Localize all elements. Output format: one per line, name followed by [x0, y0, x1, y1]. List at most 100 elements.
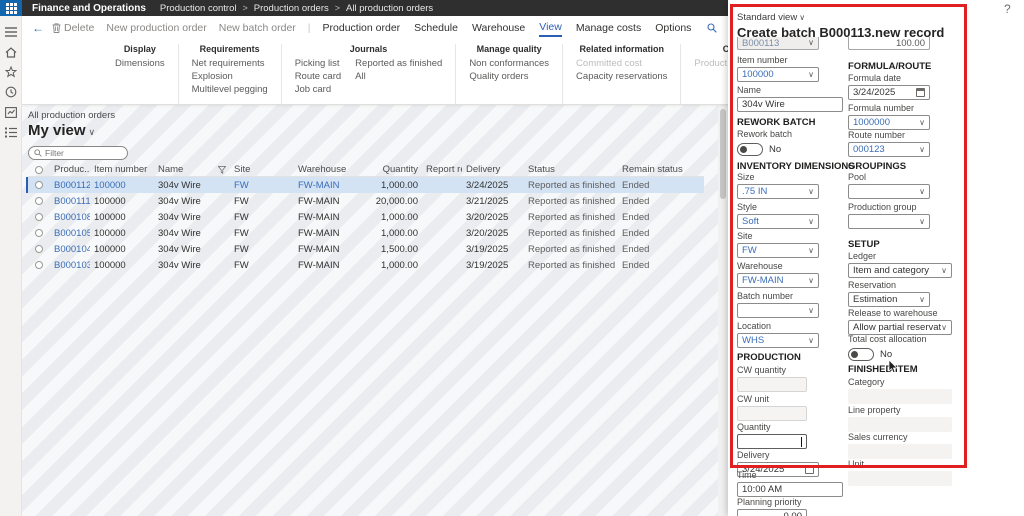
help-icon[interactable]: ? [1004, 2, 1011, 16]
ribbon-item-non-conformances[interactable]: Non conformances [469, 57, 549, 70]
workspaces-icon[interactable] [0, 102, 22, 122]
back-arrow-icon[interactable]: ← [22, 21, 52, 35]
app-launcher-waffle-icon[interactable] [0, 0, 22, 16]
location-combo[interactable]: WHS∨ [737, 333, 819, 348]
tab-view[interactable]: View [539, 18, 562, 37]
unit-input [848, 471, 952, 486]
planning-priority-input[interactable]: 0.00 [737, 509, 807, 516]
column-header-production-order[interactable]: Produc...↓ [50, 164, 90, 175]
time-input[interactable]: 10:00 AM [737, 482, 843, 497]
table-row[interactable]: B000112 100000 304v Wire FW FW-MAIN 1,00… [26, 177, 704, 193]
ledger-combo[interactable]: Item and category∨ [848, 263, 952, 278]
page-tab-all-production-orders[interactable]: All production orders [28, 110, 115, 121]
pool-combo[interactable]: ∨ [848, 184, 930, 199]
column-header-item-number[interactable]: Item number [90, 164, 154, 175]
row-radio[interactable] [28, 213, 50, 221]
category-field: Category [848, 377, 952, 404]
ribbon-item-picking-list[interactable]: Picking list [295, 57, 341, 70]
cell-production-order[interactable]: B000103 [50, 260, 90, 271]
table-row[interactable]: B000105 100000 304v Wire FW FW-MAIN 1,00… [28, 225, 704, 241]
route-number-combo[interactable]: 000123∨ [848, 142, 930, 157]
product-name: Finance and Operations [22, 3, 160, 14]
scrollbar-thumb[interactable] [720, 109, 726, 199]
create-batch-panel: Standard view∨ Create batch B000113,new … [728, 0, 1024, 516]
formula-date-input[interactable]: 3/24/2025 [848, 85, 930, 100]
warehouse-combo[interactable]: FW-MAIN∨ [737, 273, 819, 288]
recent-clock-icon[interactable] [0, 82, 22, 102]
column-header-delivery[interactable]: Delivery [462, 164, 524, 175]
select-all-radio[interactable] [28, 166, 50, 174]
column-header-name[interactable]: Name [154, 164, 230, 175]
panel-view-selector[interactable]: Standard view∨ [737, 12, 805, 23]
cell-production-order[interactable]: B000104 [50, 244, 90, 255]
tab-schedule[interactable]: Schedule [414, 19, 458, 36]
vertical-scrollbar[interactable] [718, 105, 728, 516]
ribbon-item-net-requirements[interactable]: Net requirements [192, 57, 268, 70]
reservation-combo[interactable]: Estimation∨ [848, 292, 930, 307]
cell-production-order[interactable]: B000112 [50, 180, 90, 191]
total-cost-allocation-toggle[interactable] [848, 348, 874, 361]
chevron-down-icon: ∨ [808, 71, 814, 79]
ribbon-item-reported-as-finished[interactable]: Reported as finished [355, 57, 442, 70]
row-radio[interactable] [28, 229, 50, 237]
row-radio[interactable] [28, 261, 50, 269]
release-to-warehouse-combo[interactable]: Allow partial reservation∨ [848, 320, 952, 335]
quantity-input[interactable] [737, 434, 807, 449]
column-header-report-remainder[interactable]: Report re... [422, 164, 462, 175]
table-row[interactable]: B000104 100000 304v Wire FW FW-MAIN 1,50… [28, 241, 704, 257]
filter-input[interactable] [45, 148, 115, 158]
breadcrumb-all-production-orders[interactable]: All production orders [346, 3, 433, 14]
breadcrumb-production-control[interactable]: Production control [160, 3, 237, 14]
favorites-star-icon[interactable] [0, 62, 22, 82]
ribbon-item-quality-orders[interactable]: Quality orders [469, 70, 549, 83]
tab-warehouse[interactable]: Warehouse [472, 19, 525, 36]
size-combo[interactable]: .75 IN∨ [737, 184, 819, 199]
tab-options[interactable]: Options [655, 19, 691, 36]
breadcrumb-production-orders[interactable]: Production orders [254, 3, 329, 14]
cell-production-order[interactable]: B000111 [50, 196, 90, 207]
item-number-combo[interactable]: 100000∨ [737, 67, 819, 82]
name-input[interactable]: 304v Wire [737, 97, 843, 112]
row-radio[interactable] [28, 245, 50, 253]
cell-production-order[interactable]: B000105 [50, 228, 90, 239]
column-header-remain-status[interactable]: Remain status [618, 164, 702, 175]
row-radio[interactable] [28, 197, 50, 205]
view-selector[interactable]: My view∨ [28, 122, 95, 139]
table-row[interactable]: B000111 100000 304v Wire FW FW-MAIN 20,0… [28, 193, 704, 209]
search-icon[interactable] [707, 23, 717, 33]
formula-number-combo[interactable]: 1000000∨ [848, 115, 930, 130]
rework-batch-toggle[interactable] [737, 143, 763, 156]
table-row[interactable]: B000103 100000 304v Wire FW FW-MAIN 1,00… [28, 257, 704, 273]
site-combo[interactable]: FW∨ [737, 243, 819, 258]
column-header-warehouse[interactable]: Warehouse [294, 164, 364, 175]
delete-button[interactable]: Delete [52, 22, 94, 34]
cell-production-order[interactable]: B000108 [50, 212, 90, 223]
ribbon-item-route-card[interactable]: Route card [295, 70, 341, 83]
ribbon-item-job-card[interactable]: Job card [295, 83, 341, 96]
ribbon-item-all[interactable]: All [355, 70, 442, 83]
tab-production-order[interactable]: Production order [323, 19, 401, 36]
tab-manage-costs[interactable]: Manage costs [576, 19, 641, 36]
table-row[interactable]: B000108 100000 304v Wire FW FW-MAIN 1,00… [28, 209, 704, 225]
new-batch-order-button[interactable]: New batch order [219, 22, 296, 34]
ribbon-item-multilevel-pegging[interactable]: Multilevel pegging [192, 83, 268, 96]
menu-icon[interactable] [0, 22, 22, 42]
ribbon-item-capacity-reservations[interactable]: Capacity reservations [576, 70, 667, 83]
ribbon-item-dimensions[interactable]: Dimensions [115, 57, 165, 70]
grid-filter-box[interactable] [28, 146, 128, 160]
modules-list-icon[interactable] [0, 122, 22, 142]
style-combo[interactable]: Soft∨ [737, 214, 819, 229]
cell-remain-status: Ended [618, 212, 702, 223]
home-icon[interactable] [0, 42, 22, 62]
column-header-status[interactable]: Status [524, 164, 618, 175]
ribbon-item-explosion[interactable]: Explosion [192, 70, 268, 83]
calendar-icon[interactable] [916, 88, 925, 97]
batch-number-combo[interactable]: ∨ [737, 303, 819, 318]
cell-name: 304v Wire [154, 244, 230, 255]
column-header-site[interactable]: Site [230, 164, 294, 175]
row-radio[interactable] [28, 181, 50, 189]
new-production-order-button[interactable]: New production order [106, 22, 206, 34]
column-header-quantity[interactable]: Quantity [364, 164, 422, 175]
cw-quantity-field: CW quantity [737, 365, 807, 392]
production-group-combo[interactable]: ∨ [848, 214, 930, 229]
